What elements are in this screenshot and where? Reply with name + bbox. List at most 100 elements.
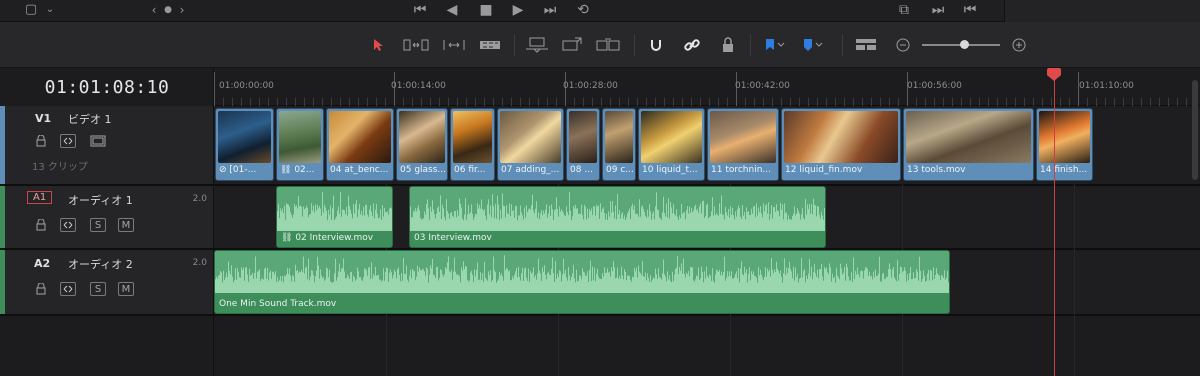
edit-toolbar: [0, 22, 1200, 68]
transport-bar: ▢ ⌄ ‹ ● › ⏮ ◀ ■ ▶ ⏭ ⟲ ⧉ ⏭ ⏮: [0, 0, 1200, 22]
clip-thumbnail: [1039, 111, 1090, 163]
track-name[interactable]: オーディオ 2: [68, 256, 133, 272]
channel-format: 2.0: [192, 194, 207, 204]
video-clip[interactable]: 14 finish...: [1036, 108, 1093, 181]
chevron-down-icon[interactable]: ⌄: [44, 0, 56, 22]
video-clip[interactable]: 11 torchnin...: [707, 108, 779, 181]
zoom-in-icon[interactable]: [1010, 34, 1028, 56]
loop-icon[interactable]: ⟲: [572, 0, 594, 22]
clip-name: 04 at_benc...: [330, 165, 389, 175]
clip-name: 08 ...: [570, 165, 593, 175]
marker-icon[interactable]: [800, 34, 826, 56]
auto-track-select-icon[interactable]: [60, 134, 76, 148]
track-name[interactable]: オーディオ 1: [68, 192, 133, 208]
viewer-layout-icon[interactable]: ▢: [22, 0, 40, 22]
video-clip[interactable]: 09 c...: [602, 108, 636, 181]
timeline-view-options-icon[interactable]: [854, 34, 878, 56]
track-id: V1: [35, 112, 52, 125]
skip-to-start-icon[interactable]: ⏮: [410, 0, 430, 22]
lock-icon[interactable]: [34, 218, 48, 232]
prev-icon[interactable]: ‹: [148, 0, 160, 22]
vertical-scrollbar[interactable]: [1192, 80, 1198, 180]
lock-icon[interactable]: [34, 282, 48, 296]
video-clip[interactable]: 13 tools.mov: [903, 108, 1034, 181]
track-header-a1[interactable]: A1 オーディオ 1 2.0 S M: [0, 186, 214, 248]
track-name[interactable]: ビデオ 1: [68, 111, 112, 127]
clip-name: 02...: [294, 165, 315, 175]
dynamic-trim-icon[interactable]: [440, 34, 468, 56]
video-clip[interactable]: 12 liquid_fin.mov: [781, 108, 901, 181]
link-icon: ⛓: [281, 233, 293, 243]
clip-thumbnail: [906, 111, 1031, 163]
track-header-v1[interactable]: V1 ビデオ 1 13 クリップ: [0, 106, 214, 184]
blade-icon[interactable]: [478, 34, 502, 56]
selection-arrow-icon[interactable]: [370, 34, 388, 56]
solo-button[interactable]: S: [90, 218, 106, 232]
clip-name: [01-...: [229, 165, 257, 175]
next-icon[interactable]: ›: [176, 0, 188, 22]
stop-icon[interactable]: ■: [478, 0, 494, 22]
auto-track-select-icon[interactable]: [60, 282, 76, 296]
flag-icon[interactable]: [762, 34, 788, 56]
track-color-bar: [0, 250, 5, 314]
play-icon[interactable]: ▶: [510, 0, 526, 22]
clip-thumbnail: [453, 111, 492, 163]
timecode-panel: 01:01:08:10: [0, 68, 214, 106]
audio-clip[interactable]: 03 Interview.mov: [409, 186, 826, 248]
empty-track-area: [0, 316, 214, 376]
mute-button[interactable]: M: [118, 218, 134, 232]
toolbar-separator: [514, 34, 515, 56]
overwrite-clip-icon[interactable]: [560, 34, 584, 56]
audio-clip[interactable]: ⛓ 02 Interview.mov: [276, 186, 393, 248]
step-back-icon[interactable]: ◀: [444, 0, 460, 22]
zoom-out-icon[interactable]: [894, 34, 912, 56]
snapping-icon[interactable]: [646, 34, 666, 56]
clip-thumbnail: [399, 111, 445, 163]
grid-line: [1074, 184, 1075, 376]
current-timecode[interactable]: 01:01:08:10: [0, 77, 214, 98]
video-clip[interactable]: 06 fir...: [450, 108, 495, 181]
video-clip[interactable]: 10 liquid_t...: [638, 108, 705, 181]
solo-button[interactable]: S: [90, 282, 106, 296]
jump-prev-icon[interactable]: ⏮: [962, 0, 978, 22]
skip-to-end-icon[interactable]: ⏭: [540, 0, 560, 22]
track-color-bar: [0, 186, 5, 248]
video-clip[interactable]: 04 at_benc...: [326, 108, 394, 181]
clip-name: 06 fir...: [454, 165, 486, 175]
video-clip[interactable]: ⊘ [01-...: [215, 108, 274, 181]
clip-name: One Min Sound Track.mov: [219, 299, 337, 309]
lock-icon[interactable]: [34, 134, 48, 148]
jump-next-icon[interactable]: ⏭: [930, 0, 946, 22]
video-clip[interactable]: 08 ...: [566, 108, 600, 181]
audio-clip[interactable]: One Min Sound Track.mov: [214, 250, 950, 314]
mute-button[interactable]: M: [118, 282, 134, 296]
enable-video-track-icon[interactable]: [90, 134, 106, 148]
track-id-patch[interactable]: A1: [27, 191, 53, 204]
monitor-icon[interactable]: ⧉: [894, 0, 914, 22]
video-clip[interactable]: ⛓ 02...: [276, 108, 324, 181]
zoom-slider-handle[interactable]: [960, 40, 969, 49]
empty-lane-area[interactable]: [214, 316, 1200, 376]
track-id: A2: [34, 257, 51, 270]
inspector-panel-edge: [1004, 0, 1200, 22]
trim-edit-icon[interactable]: [402, 34, 430, 56]
video-clip[interactable]: 05 glass...: [396, 108, 448, 181]
clip-name: 12 liquid_fin.mov: [785, 165, 863, 175]
clip-label: ⛓ 02...: [280, 165, 321, 179]
insert-clip-icon[interactable]: [524, 34, 550, 56]
linked-selection-icon[interactable]: [682, 34, 702, 56]
ruler-label: 01:00:00:00: [219, 81, 274, 91]
clip-name: 07 adding_...: [501, 165, 560, 175]
clip-name: 10 liquid_t...: [642, 165, 698, 175]
ruler-label: 01:01:10:00: [1079, 81, 1134, 91]
channel-format: 2.0: [192, 258, 207, 268]
auto-track-select-icon[interactable]: [60, 218, 76, 232]
compound-clip-icon: ⊘: [219, 165, 227, 175]
clip-name: 05 glass...: [400, 165, 445, 175]
clip-count: 13 クリップ: [32, 162, 88, 173]
video-clip[interactable]: 07 adding_...: [497, 108, 564, 181]
position-lock-icon[interactable]: [718, 34, 738, 56]
track-header-a2[interactable]: A2 オーディオ 2 2.0 S M: [0, 250, 214, 314]
replace-clip-icon[interactable]: [594, 34, 622, 56]
ruler-label: 01:00:28:00: [563, 81, 618, 91]
